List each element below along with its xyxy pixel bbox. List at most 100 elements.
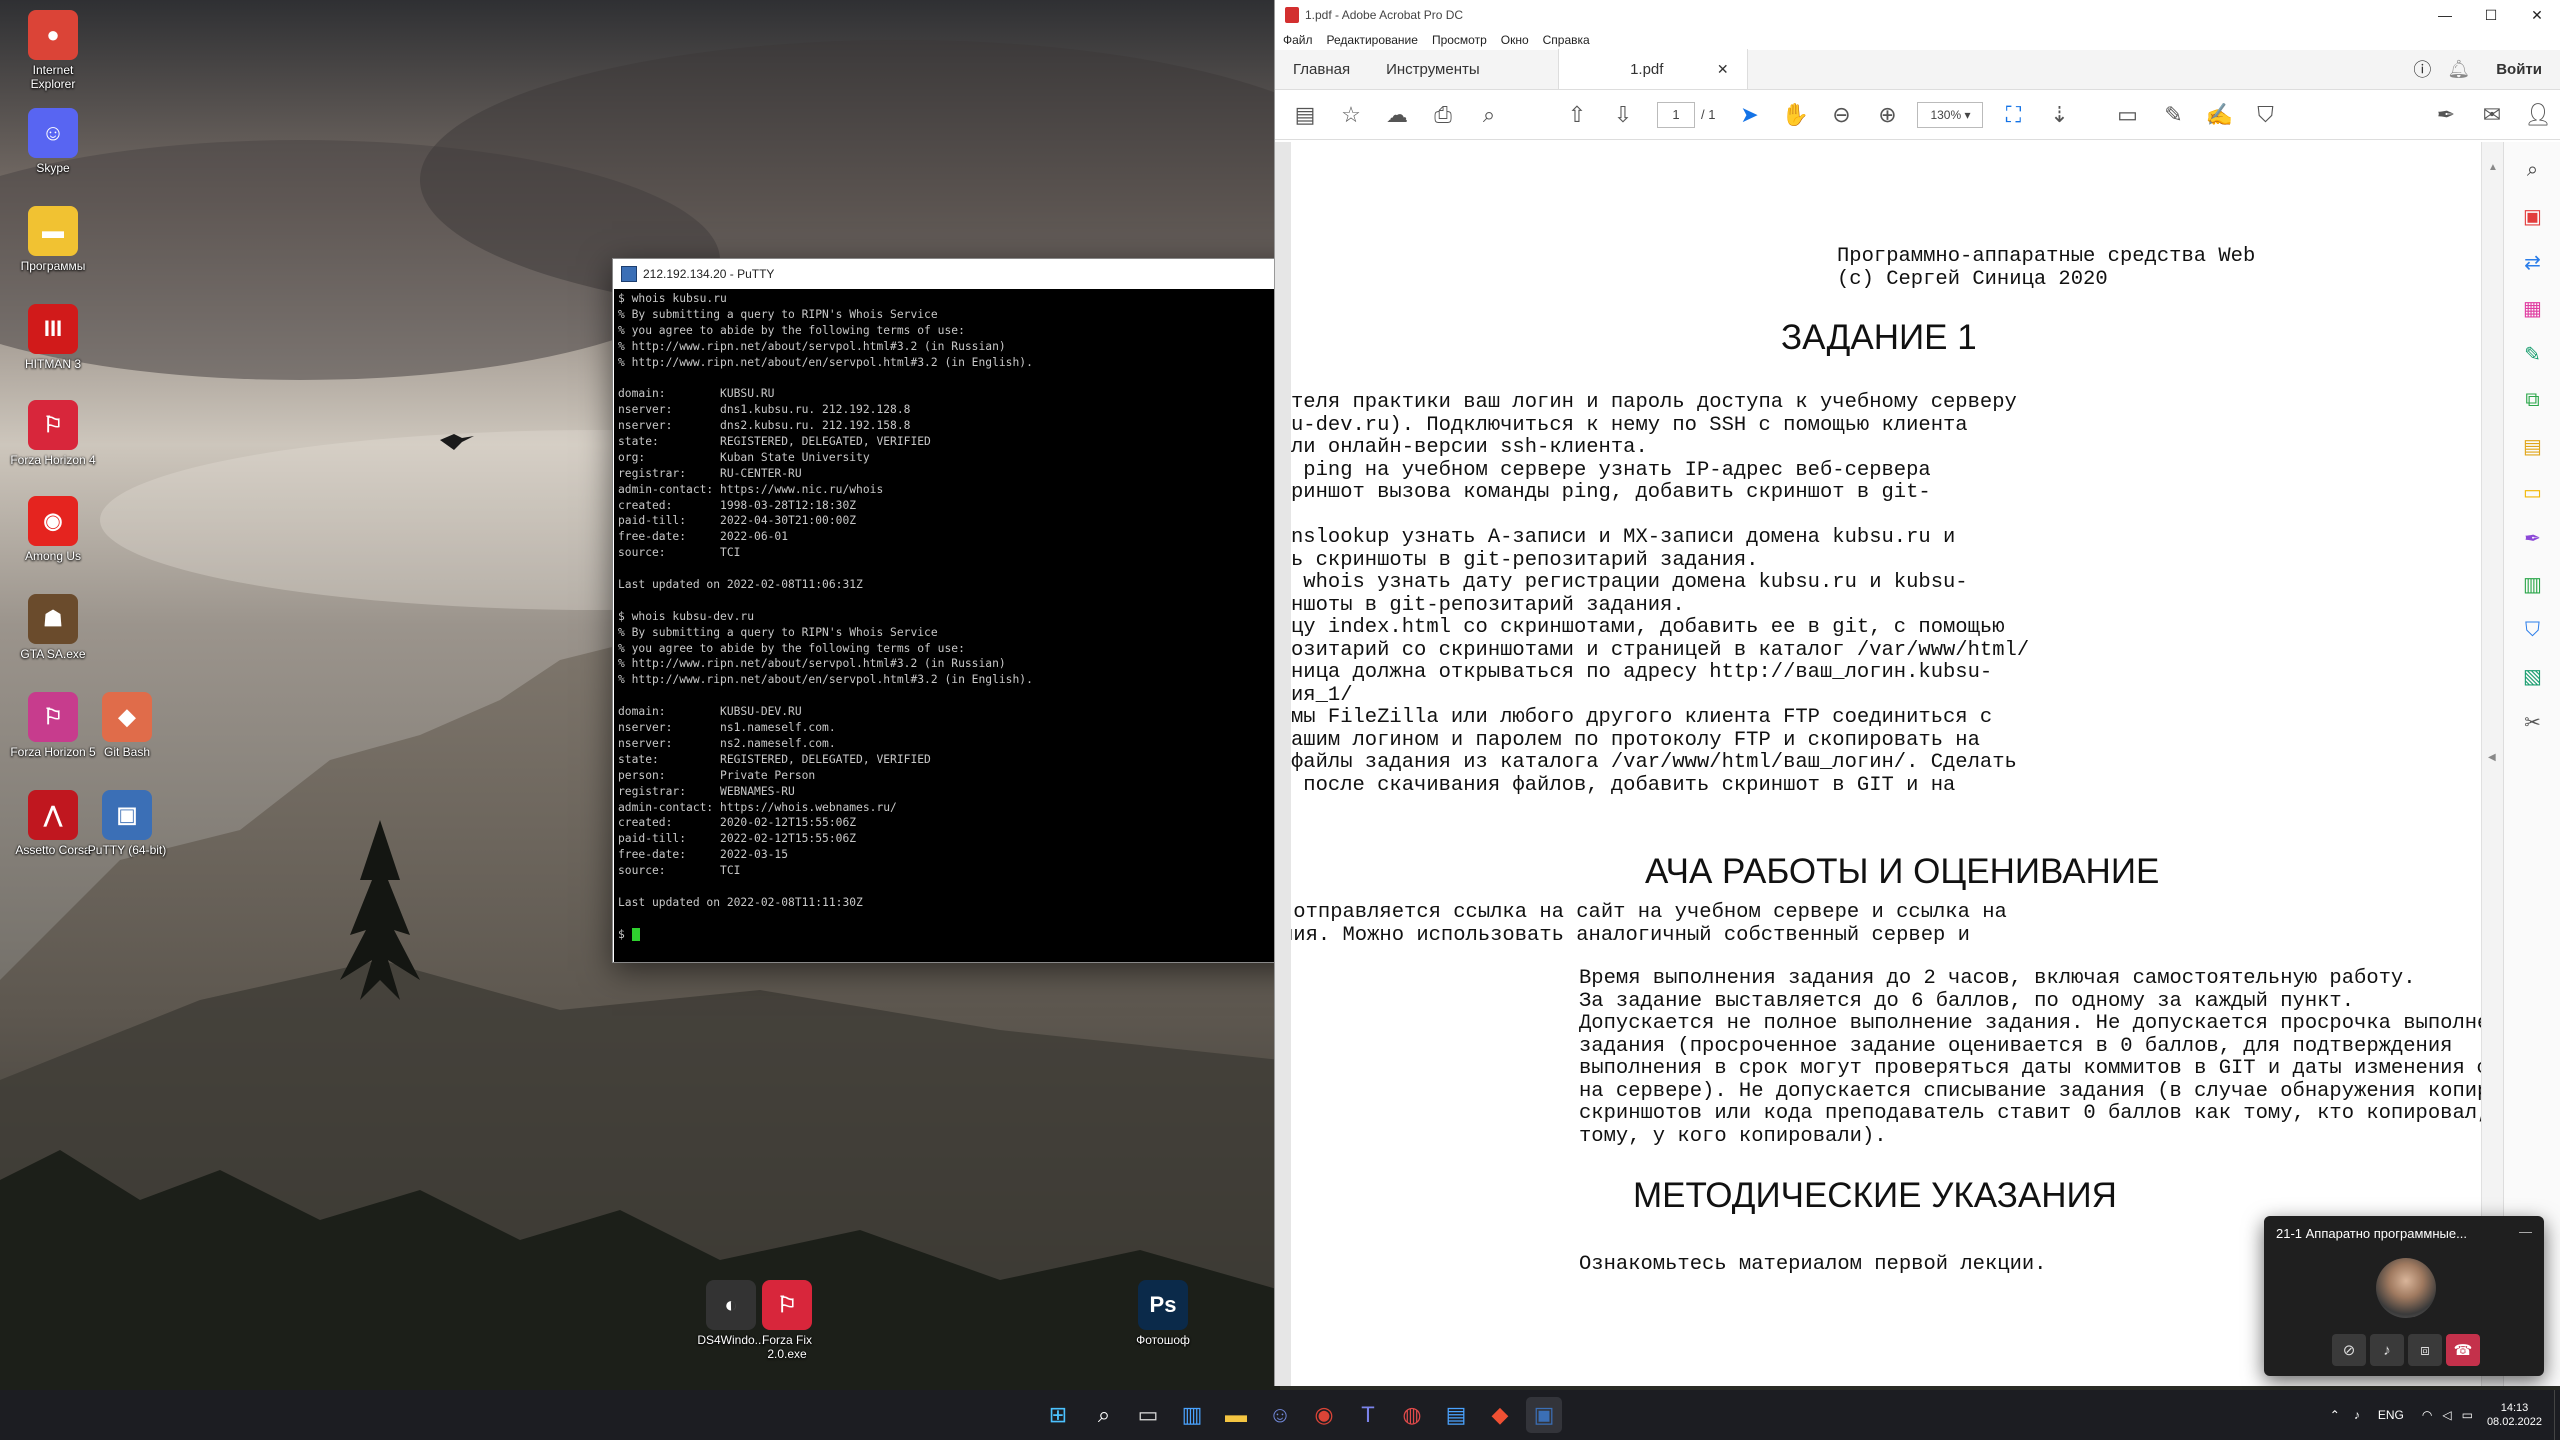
forza-horizon-4-icon[interactable]: ⚐ Forza Horizon 4 — [10, 400, 96, 467]
sign-in-button[interactable]: Войти — [2478, 49, 2560, 89]
fill-sign-icon[interactable]: ✒ — [2424, 96, 2468, 134]
acrobat-minimize-button[interactable]: — — [2422, 0, 2468, 30]
bookmark-star-icon[interactable]: ☆ — [1329, 96, 1373, 134]
zoom-tool-icon[interactable]: ⌕ — [2515, 152, 2551, 188]
show-desktop-button[interactable] — [2554, 1390, 2560, 1440]
menu-window[interactable]: Окно — [1501, 33, 1529, 47]
programs-folder-icon[interactable]: ▬ Программы — [10, 206, 96, 273]
photoshop-icon[interactable]: Ps Фотошоф — [1120, 1280, 1206, 1347]
doc-text-line: выполнения в срок могут проверяться даты… — [1579, 1057, 2481, 1080]
acrobat-window[interactable]: 1.pdf - Adobe Acrobat Pro DC — ☐ ✕ Файл … — [1274, 0, 2560, 1386]
hitman-glyph-icon: III — [28, 304, 78, 354]
search-icon[interactable]: ⌕ — [1086, 1397, 1122, 1433]
acrobat-close-button[interactable]: ✕ — [2514, 0, 2560, 30]
forza-fix-icon[interactable]: ⚐ Forza Fix 2.0.exe — [744, 1280, 830, 1361]
send-track-icon[interactable]: ▥ — [2515, 566, 2551, 602]
help-icon[interactable]: ⓘ — [2405, 49, 2439, 89]
comment-icon[interactable]: ▭ — [2105, 96, 2149, 134]
notepad-icon[interactable]: ▤ — [1438, 1397, 1474, 1433]
teams-icon[interactable]: T — [1350, 1397, 1386, 1433]
save-icon[interactable]: ▤ — [1283, 96, 1327, 134]
next-page-icon[interactable]: ⇩ — [1601, 96, 1645, 134]
collapse-panel-icon[interactable]: ◀ — [2488, 752, 2496, 763]
call-minimize-button[interactable]: — — [2519, 1224, 2532, 1239]
email-icon[interactable]: ✉ — [2470, 96, 2514, 134]
steam-icon[interactable]: ◍ — [1394, 1397, 1430, 1433]
internet-explorer-icon[interactable]: ● Internet Explorer — [10, 10, 96, 91]
desktop-icon-label: GTA SA.exe — [20, 647, 86, 661]
hand-tool-icon[interactable]: ✋ — [1773, 96, 1817, 134]
start-button[interactable]: ⊞ — [1040, 1397, 1076, 1433]
skype-icon[interactable]: ☺ Skype — [10, 108, 96, 175]
combine-files-icon[interactable]: ⧉ — [2515, 382, 2551, 418]
notification-bell-icon[interactable]: 🔔︎ — [2439, 49, 2478, 89]
acrobat-menubar: Файл Редактирование Просмотр Окно Справк… — [1275, 30, 2560, 50]
clock-date: 08.02.2022 — [2486, 1416, 2542, 1428]
print-icon[interactable]: ⎙ — [1421, 96, 1465, 134]
tray-chevron-icon[interactable]: ⌃ — [2330, 1408, 2340, 1422]
camera-off-icon[interactable]: ⊘ — [2332, 1334, 2366, 1366]
file-explorer-icon[interactable]: ▬ — [1218, 1397, 1254, 1433]
protect-icon[interactable]: ⛉ — [2515, 612, 2551, 648]
putty-desktop-icon[interactable]: ▣ PuTTY (64-bit) — [84, 790, 170, 857]
fill-sign-tool-icon[interactable]: ✒ — [2515, 520, 2551, 556]
mic-icon[interactable]: ♪ — [2354, 1408, 2360, 1422]
git-bash-icon[interactable]: ◆ Git Bash — [84, 692, 170, 759]
edit-pdf-icon[interactable]: ✎ — [2515, 336, 2551, 372]
zoom-level-select[interactable]: 130% ▾ — [1917, 101, 1984, 128]
hitman-icon[interactable]: III HITMAN 3 — [10, 304, 96, 371]
page-navigator: 1 / 1 — [1657, 101, 1715, 128]
select-cursor-icon[interactable]: ➤ — [1727, 96, 1771, 134]
zoom-in-icon[interactable]: ⊕ — [1865, 96, 1909, 134]
tab-tools[interactable]: Инструменты — [1368, 49, 1498, 89]
putty-taskbar-icon[interactable]: ▣ — [1526, 1397, 1562, 1433]
language-indicator[interactable]: ENG — [2378, 1408, 2404, 1422]
discord-icon[interactable]: ☺ — [1262, 1397, 1298, 1433]
chrome-icon[interactable]: ◉ — [1306, 1397, 1342, 1433]
search-zoom-icon[interactable]: ⌕ — [1467, 96, 1511, 134]
more-tools-icon[interactable]: ✂ — [2515, 704, 2551, 740]
tab-document[interactable]: 1.pdf ✕ — [1557, 49, 1748, 89]
widgets-icon[interactable]: ▥ — [1174, 1397, 1210, 1433]
menu-file[interactable]: Файл — [1283, 33, 1313, 47]
export-pdf-icon[interactable]: ⇄ — [2515, 244, 2551, 280]
stamp-icon[interactable]: ⛉ — [2243, 96, 2287, 134]
sign-pen-icon[interactable]: ✍ — [2197, 96, 2241, 134]
page-number-input[interactable]: 1 — [1657, 101, 1695, 128]
comment-tool-icon[interactable]: ▭ — [2515, 474, 2551, 510]
gta-sa-icon[interactable]: ☗ GTA SA.exe — [10, 594, 96, 661]
upload-cloud-icon[interactable]: ☁ — [1375, 96, 1419, 134]
optimize-icon[interactable]: ▧ — [2515, 658, 2551, 694]
document-scrollbar[interactable]: ▲ ◀ — [2481, 142, 2503, 1386]
share-screen-icon[interactable]: ⧈ — [2408, 1334, 2442, 1366]
volume-icon[interactable]: ◁ — [2442, 1408, 2451, 1422]
battery-icon[interactable]: ▭ — [2462, 1408, 2473, 1422]
task-view-icon[interactable]: ▭ — [1130, 1397, 1166, 1433]
zoom-out-icon[interactable]: ⊖ — [1819, 96, 1863, 134]
wifi-icon[interactable]: ◠ — [2422, 1408, 2432, 1422]
among-us-icon[interactable]: ◉ Among Us — [10, 496, 96, 563]
scroll-mode-icon[interactable]: ⇣ — [2037, 96, 2081, 134]
organize-pages-icon[interactable]: ▦ — [2515, 290, 2551, 326]
acrobat-maximize-button[interactable]: ☐ — [2468, 0, 2514, 30]
highlight-pen-icon[interactable]: ✎ — [2151, 96, 2195, 134]
prev-page-icon[interactable]: ⇧ — [1555, 96, 1599, 134]
tab-home[interactable]: Главная — [1275, 49, 1368, 89]
clock[interactable]: 14:13 08.02.2022 — [2487, 1401, 2542, 1429]
share-user-icon[interactable]: 👤︎ — [2516, 96, 2560, 134]
desktop-icon-label: Программы — [20, 259, 86, 273]
menu-help[interactable]: Справка — [1543, 33, 1590, 47]
tab-close-icon[interactable]: ✕ — [1717, 61, 1729, 78]
call-popup[interactable]: 21-1 Аппаратно программные... — ⊘ ♪ ⧈ ☎ — [2264, 1216, 2544, 1376]
scroll-up-icon[interactable]: ▲ — [2488, 162, 2498, 173]
acrobat-titlebar[interactable]: 1.pdf - Adobe Acrobat Pro DC — ☐ ✕ — [1275, 0, 2560, 30]
scan-ocr-icon[interactable]: ▤ — [2515, 428, 2551, 464]
pdf-page[interactable]: Программно-аппаратные средства Web (c) С… — [1291, 142, 2481, 1386]
menu-view[interactable]: Просмотр — [1432, 33, 1487, 47]
mic-off-icon[interactable]: ♪ — [2370, 1334, 2404, 1366]
fit-page-icon[interactable]: ⛶ — [1991, 96, 2035, 134]
git-icon[interactable]: ◆ — [1482, 1397, 1518, 1433]
menu-edit[interactable]: Редактирование — [1327, 33, 1418, 47]
hang-up-button[interactable]: ☎ — [2446, 1334, 2480, 1366]
create-pdf-icon[interactable]: ▣ — [2515, 198, 2551, 234]
